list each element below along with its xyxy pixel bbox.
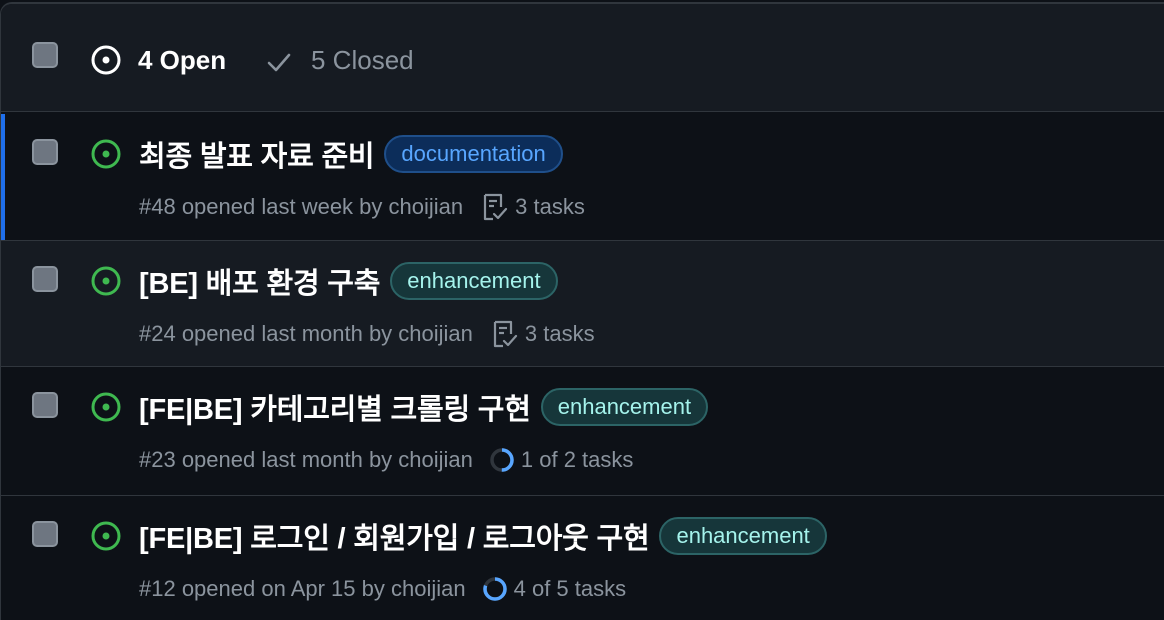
checklist-icon: [484, 193, 508, 221]
issues-panel: 4 Open 5 Closed 최종 발표 자료 준비 documentatio…: [0, 2, 1164, 620]
row-focus-indicator: [1, 114, 5, 240]
issue-open-icon[interactable]: [90, 44, 122, 76]
issue-open-icon: [91, 266, 121, 296]
progress-ring-icon: [490, 448, 514, 472]
issue-title-link[interactable]: [FE|BE] 카테고리별 크롤링 구현: [139, 386, 531, 428]
issue-checkbox[interactable]: [32, 392, 58, 418]
issue-title-link[interactable]: [BE] 배포 환경 구축: [139, 260, 380, 302]
issue-row[interactable]: [FE|BE] 로그인 / 회원가입 / 로그아웃 구현 enhancement…: [1, 496, 1164, 620]
progress-ring-icon: [482, 577, 507, 601]
check-icon[interactable]: [265, 48, 293, 76]
label-enhancement[interactable]: enhancement: [540, 388, 709, 426]
open-filter-tab[interactable]: 4 Open: [138, 44, 226, 76]
issue-meta: #12 opened on Apr 15 by choijian: [139, 576, 466, 601]
task-count: 3 tasks: [515, 194, 585, 219]
issue-open-icon: [91, 521, 121, 551]
label-documentation[interactable]: documentation: [384, 135, 563, 173]
issue-title-link[interactable]: 최종 발표 자료 준비: [139, 133, 375, 175]
closed-filter-tab[interactable]: 5 Closed: [311, 44, 414, 76]
select-all-checkbox[interactable]: [32, 42, 58, 68]
issue-title-link[interactable]: [FE|BE] 로그인 / 회원가입 / 로그아웃 구현: [139, 515, 650, 557]
issue-open-icon: [91, 139, 121, 169]
issue-row[interactable]: [FE|BE] 카테고리별 크롤링 구현 enhancement #23 ope…: [1, 367, 1164, 496]
issue-meta: #23 opened last month by choijian: [139, 447, 473, 472]
task-count: 1 of 2 tasks: [520, 447, 634, 472]
label-enhancement[interactable]: enhancement: [659, 517, 827, 555]
issue-meta: #24 opened last month by choijian: [139, 321, 473, 346]
issue-open-icon: [91, 392, 121, 422]
checklist-icon: [493, 320, 518, 348]
issues-header: 4 Open 5 Closed: [1, 4, 1164, 112]
task-count: 3 tasks: [524, 321, 595, 346]
issue-meta: #48 opened last week by choijian: [139, 194, 464, 219]
task-count: 4 of 5 tasks: [513, 576, 627, 601]
label-enhancement[interactable]: enhancement: [390, 262, 558, 300]
issue-checkbox[interactable]: [32, 266, 58, 292]
issue-checkbox[interactable]: [32, 521, 58, 547]
issue-checkbox[interactable]: [32, 139, 58, 165]
issue-row[interactable]: [BE] 배포 환경 구축 enhancement #24 opened las…: [1, 241, 1164, 367]
issue-row[interactable]: 최종 발표 자료 준비 documentation #48 opened las…: [1, 114, 1164, 241]
